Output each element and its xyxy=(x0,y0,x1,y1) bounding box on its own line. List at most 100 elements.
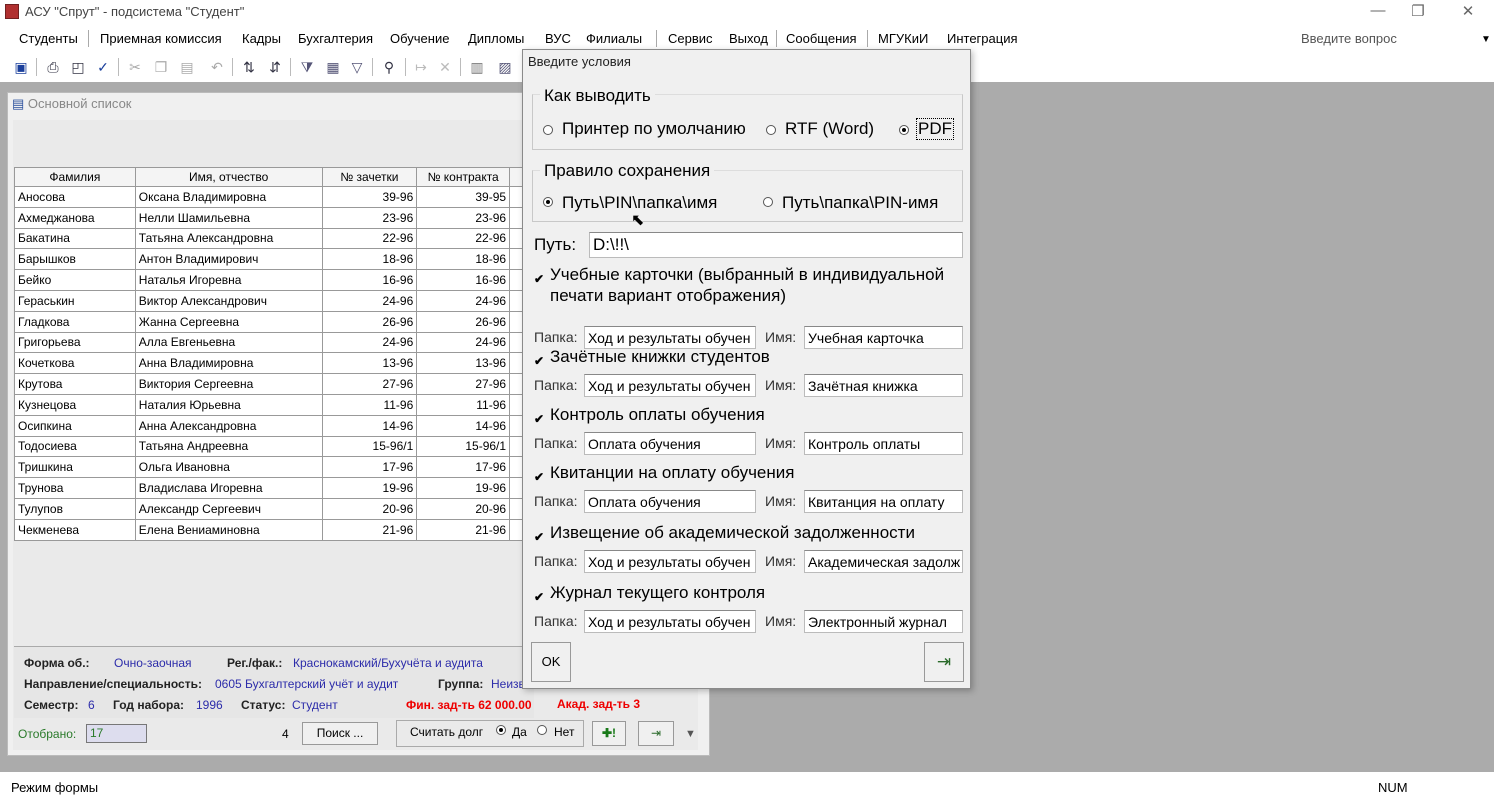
cell-contract[interactable]: 39-95 xyxy=(416,186,511,208)
col-contract[interactable]: № контракта xyxy=(416,167,511,187)
table-row[interactable]: Чекменева Елена Вениаминовна 21-96 21-96 xyxy=(14,518,534,541)
name-input[interactable]: Контроль оплаты xyxy=(804,432,963,455)
cell-contract[interactable]: 13-96 xyxy=(416,352,511,375)
cell-name[interactable]: Виктор Александрович xyxy=(134,289,323,312)
cell-surname[interactable]: Тодосиева xyxy=(14,435,136,458)
output-rtf-radio[interactable] xyxy=(766,125,776,135)
menu-messages[interactable]: Сообщения xyxy=(786,31,857,46)
cell-surname[interactable]: Тришкина xyxy=(14,456,136,479)
cell-surname[interactable]: Барышков xyxy=(14,248,136,271)
folder-input[interactable]: Оплата обучения xyxy=(584,432,756,455)
cell-record-book[interactable]: 21-96 xyxy=(321,518,418,541)
cell-name[interactable]: Нелли Шамильевна xyxy=(134,206,323,229)
copy-icon[interactable]: ❐ xyxy=(152,58,170,76)
cell-name[interactable]: Виктория Сергеевна xyxy=(134,373,323,395)
table-row[interactable]: Осипкина Анна Александровна 14-96 14-96 xyxy=(14,414,534,437)
cell-record-book[interactable]: 24-96 xyxy=(321,331,418,354)
undo-icon[interactable]: ↶ xyxy=(208,58,226,76)
menu-exit[interactable]: Выход xyxy=(729,31,768,46)
cell-name[interactable]: Владислава Игоревна xyxy=(134,477,323,499)
table-row[interactable]: Трунова Владислава Игоревна 19-96 19-96 xyxy=(14,477,534,499)
name-input[interactable]: Электронный журнал xyxy=(804,610,963,633)
cell-surname[interactable]: Тулупов xyxy=(14,497,136,520)
cell-contract[interactable]: 15-96/1 xyxy=(416,435,511,458)
table-row[interactable]: Бакатина Татьяна Александровна 22-96 22-96 xyxy=(14,227,534,250)
cell-name[interactable]: Оксана Владимировна xyxy=(134,186,323,208)
menu-integration[interactable]: Интеграция xyxy=(947,31,1018,46)
database-window-icon[interactable]: ▥ xyxy=(468,58,486,76)
dialog-exit-button[interactable]: ⇥ xyxy=(924,642,964,682)
cell-name[interactable]: Александр Сергеевич xyxy=(134,497,323,520)
cell-surname[interactable]: Кочеткова xyxy=(14,352,136,375)
menu-mgukii[interactable]: МГУКиИ xyxy=(878,31,928,46)
search-button[interactable]: Поиск ... xyxy=(302,722,378,745)
cell-record-book[interactable]: 27-96 xyxy=(321,373,418,395)
cell-name[interactable]: Наталия Юрьевна xyxy=(134,393,323,416)
folder-input[interactable]: Ход и результаты обучен xyxy=(584,550,756,573)
scroll-down-icon[interactable]: ▼ xyxy=(685,728,696,740)
cell-record-book[interactable]: 39-96 xyxy=(321,186,418,208)
menu-education[interactable]: Обучение xyxy=(390,31,449,46)
find-icon[interactable]: ⚲ xyxy=(380,58,398,76)
col-surname[interactable]: Фамилия xyxy=(14,167,136,187)
name-input[interactable]: Зачётная книжка xyxy=(804,374,963,397)
cell-surname[interactable]: Аносова xyxy=(14,186,136,208)
cell-surname[interactable]: Крутова xyxy=(14,373,136,395)
debt-yes-radio[interactable] xyxy=(496,725,506,735)
item-checkbox[interactable]: ✔ xyxy=(533,531,545,544)
spellcheck-icon[interactable]: ✓ xyxy=(94,58,112,76)
help-question-box[interactable]: Введите вопрос xyxy=(1301,31,1397,46)
cell-surname[interactable]: Трунова xyxy=(14,477,136,499)
cell-surname[interactable]: Чекменева xyxy=(14,518,136,541)
cell-name[interactable]: Елена Вениаминовна xyxy=(134,518,323,541)
cell-contract[interactable]: 16-96 xyxy=(416,269,511,291)
cell-surname[interactable]: Григорьева xyxy=(14,331,136,354)
menu-branches[interactable]: Филиалы xyxy=(586,31,642,46)
cell-name[interactable]: Алла Евгеньевна xyxy=(134,331,323,354)
cell-name[interactable]: Анна Владимировна xyxy=(134,352,323,375)
save-icon[interactable]: ▣ xyxy=(12,58,30,76)
cell-contract[interactable]: 27-96 xyxy=(416,373,511,395)
cell-name[interactable]: Анна Александровна xyxy=(134,414,323,437)
cell-contract[interactable]: 22-96 xyxy=(416,227,511,250)
cell-surname[interactable]: Бакатина xyxy=(14,227,136,250)
folder-input[interactable]: Ход и результаты обучен xyxy=(584,610,756,633)
cell-name[interactable]: Татьяна Александровна xyxy=(134,227,323,250)
col-record-book[interactable]: № зачетки xyxy=(321,167,418,187)
print-icon[interactable]: ⎙ xyxy=(44,58,62,76)
cell-contract[interactable]: 18-96 xyxy=(416,248,511,271)
table-row[interactable]: Тулупов Александр Сергеевич 20-96 20-96 xyxy=(14,497,534,520)
table-row[interactable]: Тодосиева Татьяна Андреевна 15-96/1 15-96/1 xyxy=(14,435,534,458)
name-input[interactable]: Академическая задолж xyxy=(804,550,963,573)
save-rule-folder-pin-radio[interactable] xyxy=(763,197,773,207)
paste-icon[interactable]: ▤ xyxy=(178,58,196,76)
table-row[interactable]: Гераськин Виктор Александрович 24-96 24-96 xyxy=(14,289,534,312)
cell-record-book[interactable]: 22-96 xyxy=(321,227,418,250)
menu-admissions[interactable]: Приемная комиссия xyxy=(100,31,222,46)
delete-icon[interactable]: ✕ xyxy=(436,58,454,76)
output-pdf-label[interactable]: PDF xyxy=(916,118,954,140)
cell-contract[interactable]: 14-96 xyxy=(416,414,511,437)
path-input[interactable]: D:\!!\ xyxy=(589,232,963,258)
table-row[interactable]: Кочеткова Анна Владимировна 13-96 13-96 xyxy=(14,352,534,375)
menu-diplomas[interactable]: Дипломы xyxy=(468,31,524,46)
table-row[interactable]: Крутова Виктория Сергеевна 27-96 27-96 xyxy=(14,373,534,395)
item-checkbox[interactable]: ✔ xyxy=(533,471,545,484)
exit-door-button[interactable]: ⇥ xyxy=(638,721,674,746)
cell-name[interactable]: Татьяна Андреевна xyxy=(134,435,323,458)
menu-accounting[interactable]: Бухгалтерия xyxy=(298,31,373,46)
minimize-button[interactable]: — xyxy=(1363,2,1393,19)
cell-record-book[interactable]: 18-96 xyxy=(321,248,418,271)
item-checkbox[interactable]: ✔ xyxy=(533,355,545,368)
cell-name[interactable]: Антон Владимирович xyxy=(134,248,323,271)
name-input[interactable]: Квитанция на оплату xyxy=(804,490,963,513)
item-checkbox[interactable]: ✔ xyxy=(533,591,545,604)
cell-surname[interactable]: Осипкина xyxy=(14,414,136,437)
cell-name[interactable]: Ольга Ивановна xyxy=(134,456,323,479)
debt-no-radio[interactable] xyxy=(537,725,547,735)
filter-form-icon[interactable]: ▦ xyxy=(324,58,342,76)
item-checkbox[interactable]: ✔ xyxy=(533,273,545,286)
menu-service[interactable]: Сервис xyxy=(668,31,713,46)
menu-staff[interactable]: Кадры xyxy=(242,31,281,46)
cell-surname[interactable]: Гераськин xyxy=(14,289,136,312)
